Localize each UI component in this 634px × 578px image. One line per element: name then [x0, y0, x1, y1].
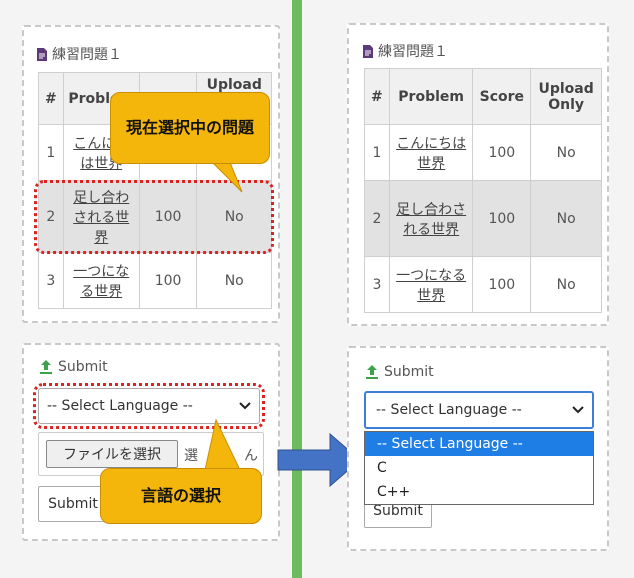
problem-table-right: # Problem Score Upload Only 1 こんにちは世界 10…: [364, 68, 602, 313]
table-row-selected[interactable]: 2 足し合わされる世界 100 No: [364, 180, 602, 257]
document-icon: [362, 44, 374, 59]
col-header-num: #: [364, 68, 390, 125]
problem-panel-title-right: 練習問題１: [362, 41, 448, 61]
problem-link[interactable]: こんにちは世界: [396, 136, 466, 172]
table-row[interactable]: 1 こんにちは世界 100 No: [364, 124, 602, 181]
language-select-right[interactable]: -- Select Language --: [364, 391, 594, 429]
language-option[interactable]: -- Select Language --: [365, 432, 593, 456]
chevron-down-icon: [572, 406, 584, 414]
upload-icon: [364, 364, 380, 380]
language-option[interactable]: C++: [365, 480, 593, 504]
col-header-problem: Problem: [388, 68, 474, 125]
col-header-upload-only: Upload Only: [530, 68, 602, 125]
submit-panel-title-right: Submit: [364, 364, 434, 380]
problem-link[interactable]: 一つになる世界: [396, 268, 466, 304]
table-row[interactable]: 3 一つになる世界 100 No: [364, 256, 602, 313]
language-option[interactable]: C: [365, 456, 593, 480]
problem-link[interactable]: 足し合わされる世界: [396, 202, 466, 238]
col-header-score: Score: [472, 68, 532, 125]
language-dropdown: -- Select Language -- C C++: [364, 431, 594, 505]
